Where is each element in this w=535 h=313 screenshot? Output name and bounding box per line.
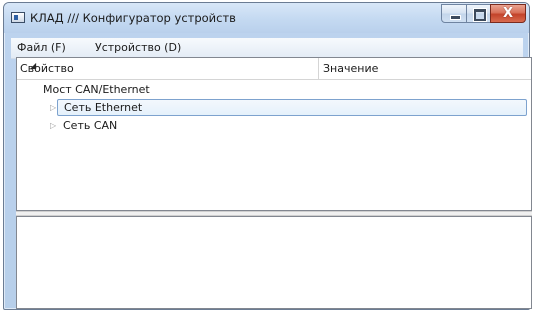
maximize-icon (473, 8, 487, 22)
tree-item-label: Сеть Ethernet (64, 101, 143, 114)
property-tree[interactable]: Свойство Значение ◢ Мост CAN/Ethernet ▷ … (16, 57, 532, 211)
tree-item-label: Сеть CAN (63, 119, 118, 132)
menu-item-device[interactable]: Устройство (D) (95, 41, 181, 54)
collapse-arrow-icon[interactable]: ◢ (30, 61, 36, 70)
menu-bar: Файл (F) Устройство (D) (11, 38, 523, 59)
tree-item-ethernet[interactable]: Сеть Ethernet (57, 99, 527, 116)
expand-arrow-icon[interactable]: ▷ (50, 121, 56, 130)
app-window-icon[interactable] (11, 12, 25, 23)
tree-item-label: Мост CAN/Ethernet (43, 83, 150, 96)
column-header-value[interactable]: Значение (323, 62, 378, 75)
minimize-icon (450, 15, 461, 20)
column-header-property[interactable]: Свойство (20, 62, 74, 75)
window-title: КЛАД /// Конфигуратор устройств (30, 11, 236, 25)
menu-item-file[interactable]: Файл (F) (17, 41, 66, 54)
maximize-button[interactable] (466, 4, 491, 23)
title-bar[interactable]: КЛАД /// Конфигуратор устройств X (4, 3, 529, 33)
minimize-button[interactable] (441, 4, 467, 23)
column-separator[interactable] (318, 58, 319, 79)
close-icon: X (502, 6, 514, 21)
expand-arrow-icon[interactable]: ▷ (50, 103, 56, 112)
details-panel[interactable] (16, 216, 532, 309)
close-button[interactable]: X (490, 4, 526, 23)
column-header-row: Свойство Значение (17, 58, 531, 80)
